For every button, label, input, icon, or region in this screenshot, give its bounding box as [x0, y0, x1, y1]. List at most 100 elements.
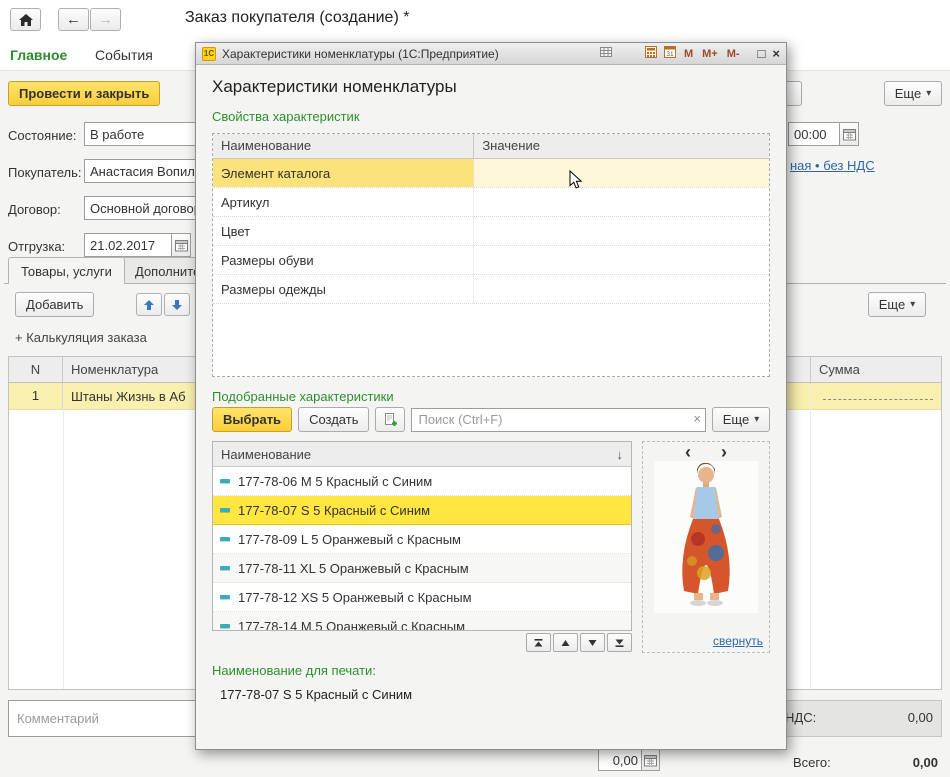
list-item[interactable]: 177-78-06 M 5 Красный с Синим [213, 467, 631, 496]
previous-image-icon[interactable]: ‹ [685, 443, 691, 461]
list-item[interactable]: 177-78-12 XS 5 Оранжевый с Красным [213, 583, 631, 612]
go-up-button[interactable] [553, 633, 578, 652]
column-header-n[interactable]: N [9, 357, 63, 382]
more-button-dialog[interactable]: Еще ▾ [712, 407, 770, 432]
tab-goods-services[interactable]: Товары, услуги [8, 257, 125, 284]
list-item[interactable]: 177-78-09 L 5 Оранжевый с Красным [213, 525, 631, 554]
element-icon [219, 591, 231, 603]
amount-field[interactable] [598, 749, 642, 771]
empty-sum-underline [823, 399, 933, 400]
property-value-cell[interactable] [474, 159, 769, 187]
back-button[interactable]: ← [58, 8, 89, 31]
create-button[interactable]: Создать [298, 407, 369, 432]
property-row-selected[interactable]: Элемент каталога [213, 159, 769, 188]
column-header-name[interactable]: Наименование [213, 134, 474, 158]
next-image-icon[interactable]: › [721, 443, 727, 461]
section-tab-main[interactable]: Главное [10, 47, 67, 63]
print-name-value: 177-78-07 S 5 Красный с Синим [220, 687, 412, 702]
go-down-button[interactable] [580, 633, 605, 652]
row-sum-cell[interactable] [811, 383, 941, 409]
search-input[interactable] [411, 408, 706, 432]
sort-descending-icon[interactable]: ↓ [617, 447, 624, 462]
select-button[interactable]: Выбрать [212, 407, 292, 432]
vat-label: НДС: [785, 710, 816, 725]
column-divider [810, 384, 811, 689]
product-photo-wrap[interactable] [643, 461, 769, 613]
list-header[interactable]: Наименование ↓ [213, 442, 631, 467]
list-item-clipped[interactable]: 177-78-14 M 5 Оранжевый с Красным [213, 612, 631, 631]
page-title: Заказ покупателя (создание) * [185, 9, 409, 27]
more-button-top[interactable]: Еще ▾ [884, 81, 942, 106]
first-icon [533, 638, 544, 648]
arrow-down-icon [171, 299, 183, 311]
list-item-selected[interactable]: 177-78-07 S 5 Красный с Синим [213, 496, 631, 525]
property-row[interactable]: Размеры обуви [213, 246, 769, 275]
state-label: Состояние: [8, 128, 76, 143]
maximize-icon[interactable]: □ [758, 46, 766, 61]
more-button-items[interactable]: Еще ▾ [868, 292, 926, 317]
add-row-button[interactable]: Добавить [15, 292, 94, 317]
calendar-icon [843, 128, 856, 141]
forward-button[interactable]: → [90, 8, 121, 31]
property-row[interactable]: Артикул [213, 188, 769, 217]
arrow-up-icon [143, 299, 155, 311]
time-calendar-button[interactable] [839, 122, 859, 146]
journal-icon[interactable] [600, 46, 612, 61]
memory-m-button[interactable]: М [683, 48, 694, 60]
post-and-close-button[interactable]: Провести и закрыть [8, 81, 160, 106]
chevron-down-icon: ▾ [910, 299, 915, 310]
back-icon: ← [66, 11, 81, 28]
move-down-button[interactable] [164, 293, 190, 316]
go-last-button[interactable] [607, 633, 632, 652]
home-button[interactable] [10, 8, 41, 31]
calculator-icon[interactable] [645, 46, 657, 61]
onec-logo-icon: 1С [202, 47, 216, 61]
collapse-link[interactable]: свернуть [713, 634, 763, 648]
shipment-calendar-button[interactable] [171, 233, 191, 257]
vat-value: 0,00 [908, 710, 933, 725]
search-clear-icon[interactable]: × [693, 411, 701, 426]
characteristics-dialog: 1С Характеристики номенклатуры (1С:Предп… [195, 42, 787, 750]
dialog-titlebar[interactable]: 1С Характеристики номенклатуры (1С:Предп… [196, 43, 786, 65]
list-item[interactable]: 177-78-11 XL 5 Оранжевый с Красным [213, 554, 631, 583]
amount-calendar-button[interactable] [641, 749, 660, 771]
element-icon [219, 620, 231, 631]
calendar-31-icon[interactable]: 31 [664, 46, 676, 61]
calendar-icon [175, 239, 188, 252]
memory-m-plus-button[interactable]: М+ [701, 48, 719, 60]
close-icon[interactable]: × [772, 46, 780, 61]
print-name-label: Наименование для печати: [212, 663, 376, 678]
shipment-date-field[interactable] [84, 233, 172, 257]
element-icon [219, 533, 231, 545]
pricing-link[interactable]: ная • без НДС [790, 158, 875, 173]
total-label: Всего: [793, 755, 831, 770]
product-photo [654, 461, 758, 613]
create-new-folder-button[interactable] [375, 407, 405, 432]
dialog-title: Характеристики номенклатуры [212, 77, 457, 97]
property-row[interactable]: Цвет [213, 217, 769, 246]
time-field[interactable] [788, 122, 840, 146]
picked-toolbar: Выбрать Создать × Еще ▾ [212, 407, 770, 432]
section-tab-events[interactable]: События [95, 47, 153, 63]
properties-table-header: Наименование Значение [213, 134, 769, 159]
picked-section-header: Подобранные характеристики [212, 389, 394, 404]
last-icon [614, 638, 625, 648]
svg-text:31: 31 [666, 51, 674, 58]
memory-m-minus-button[interactable]: М- [726, 48, 741, 60]
go-first-button[interactable] [526, 633, 551, 652]
column-divider [63, 384, 64, 689]
move-up-button[interactable] [136, 293, 162, 316]
props-section-header: Свойства характеристик [212, 109, 360, 124]
total-value: 0,00 [870, 755, 938, 770]
calendar-icon [644, 754, 657, 767]
search-box: × [411, 408, 706, 432]
column-header-value[interactable]: Значение [474, 134, 769, 158]
grid-icon [600, 46, 612, 58]
column-header-sum[interactable]: Сумма [811, 357, 941, 382]
element-icon [219, 504, 231, 516]
list-navigation [212, 633, 632, 652]
element-icon [219, 475, 231, 487]
order-calculation-link[interactable]: + Калькуляция заказа [15, 330, 147, 345]
customer-label: Покупатель: [8, 165, 81, 180]
property-row[interactable]: Размеры одежды [213, 275, 769, 304]
